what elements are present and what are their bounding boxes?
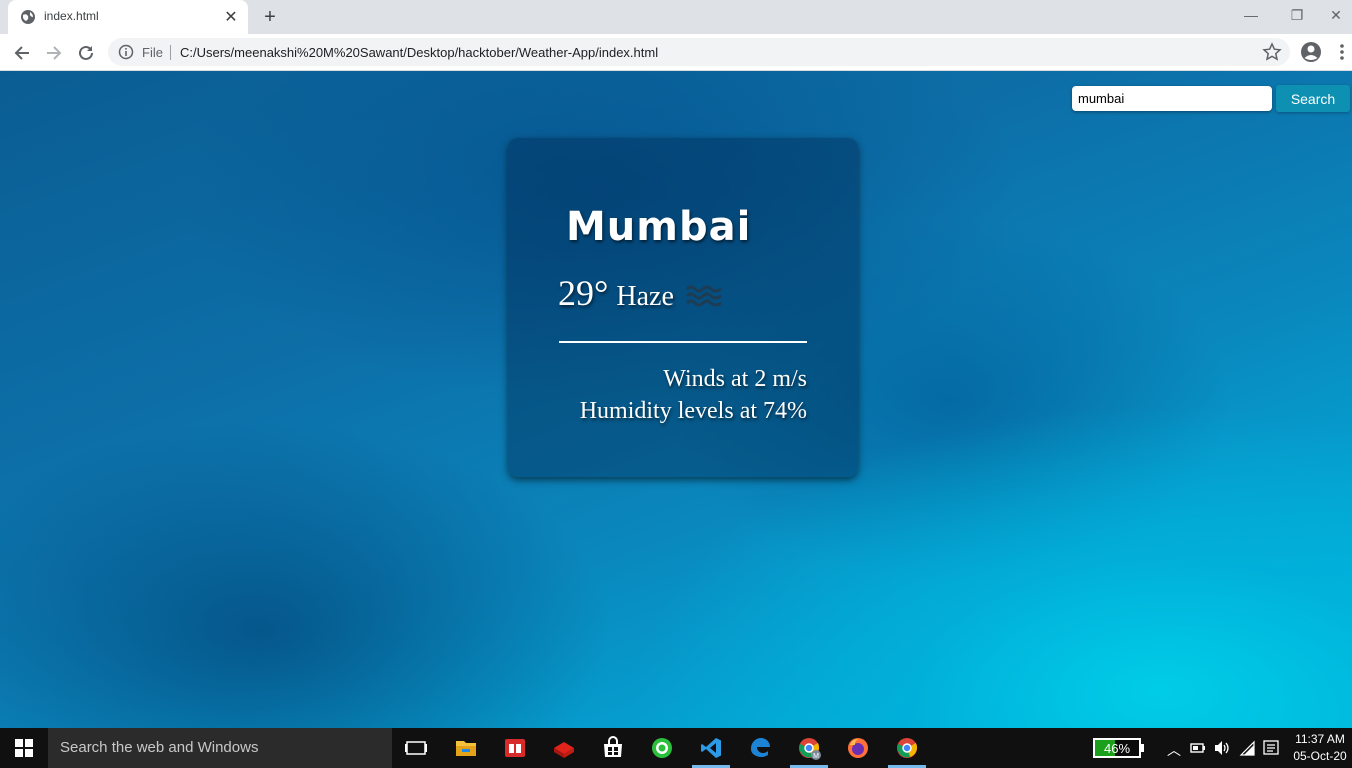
chrome-profile-icon[interactable]: M (797, 736, 821, 760)
haze-icon (685, 285, 722, 307)
info-icon[interactable] (118, 44, 134, 60)
edge-icon[interactable] (748, 736, 772, 760)
browser-toolbar: File C:/Users/meenakshi%20M%20Sawant/Des… (0, 34, 1352, 71)
action-center-icon[interactable] (1263, 740, 1279, 756)
url-text[interactable]: C:/Users/meenakshi%20M%20Sawant/Desktop/… (180, 45, 658, 60)
weather-card: Mumbai 29° Haze Winds at 2 m/s Humidity … (508, 138, 858, 477)
city-name: Mumbai (566, 204, 752, 250)
url-separator (170, 45, 171, 60)
reload-icon (79, 45, 93, 60)
menu-kebab-icon[interactable] (1336, 42, 1348, 62)
chevron-up-icon[interactable]: ︿ (1167, 740, 1181, 760)
card-divider (559, 341, 807, 343)
toolbox-app-icon[interactable] (552, 736, 576, 760)
windows-taskbar: Search the web and Windows M 46% ︿ 11:37… (0, 728, 1352, 768)
minimize-icon[interactable]: — (1228, 0, 1274, 30)
humidity-text: Humidity levels at 74% (579, 398, 807, 424)
reader-app-icon[interactable] (503, 736, 527, 760)
search-button[interactable]: Search (1276, 85, 1350, 112)
file-explorer-icon[interactable] (454, 736, 478, 760)
battery-tip (1141, 744, 1144, 752)
power-icon[interactable] (1190, 741, 1206, 755)
close-tab-icon[interactable]: ✕ (222, 8, 240, 26)
reload-button[interactable] (73, 40, 99, 66)
battery-indicator[interactable]: 46% (1093, 738, 1141, 758)
temperature-row: 29° Haze (558, 272, 722, 314)
restore-icon[interactable]: ❐ (1274, 0, 1320, 30)
back-button[interactable] (9, 40, 35, 66)
clock-time[interactable]: 11:37 AM (1290, 732, 1350, 746)
clock-date[interactable]: 05-Oct-20 (1290, 749, 1350, 763)
browser-tab[interactable]: index.html ✕ (8, 0, 248, 34)
forward-button[interactable] (41, 40, 67, 66)
close-window-icon[interactable]: ✕ (1320, 0, 1352, 30)
profile-avatar-icon[interactable] (1300, 41, 1322, 63)
chrome-icon[interactable] (895, 736, 919, 760)
condition-text: Haze (616, 281, 674, 312)
firefox-icon[interactable] (846, 736, 870, 760)
globe-icon (21, 10, 35, 24)
volume-icon[interactable] (1213, 740, 1231, 756)
url-scheme-label: File (142, 45, 163, 60)
tab-title: index.html (44, 9, 99, 23)
store-icon[interactable] (601, 736, 625, 760)
weather-app-page: Search Mumbai 29° Haze Winds at 2 m/s Hu… (0, 71, 1352, 728)
taskbar-search-box[interactable]: Search the web and Windows (48, 728, 392, 768)
browser-tab-bar: index.html ✕ + — ❐ ✕ (0, 0, 1352, 34)
temperature-value: 29° (558, 273, 609, 313)
arrow-right-icon (47, 46, 62, 60)
wifi-icon[interactable] (1239, 740, 1257, 756)
svg-text:M: M (813, 753, 819, 760)
vscode-icon[interactable] (699, 736, 723, 760)
city-search-input[interactable] (1072, 86, 1272, 111)
ccleaner-icon[interactable] (650, 736, 674, 760)
start-button[interactable] (0, 728, 48, 768)
battery-percent: 46% (1103, 741, 1131, 756)
windows-logo-icon (15, 739, 33, 757)
address-bar[interactable]: File C:/Users/meenakshi%20M%20Sawant/Des… (108, 38, 1290, 66)
bookmark-star-icon[interactable] (1262, 42, 1282, 62)
wind-speed-text: Winds at 2 m/s (663, 366, 807, 392)
task-view-icon[interactable] (404, 736, 428, 760)
arrow-left-icon (14, 46, 29, 60)
new-tab-button[interactable]: + (258, 5, 282, 29)
